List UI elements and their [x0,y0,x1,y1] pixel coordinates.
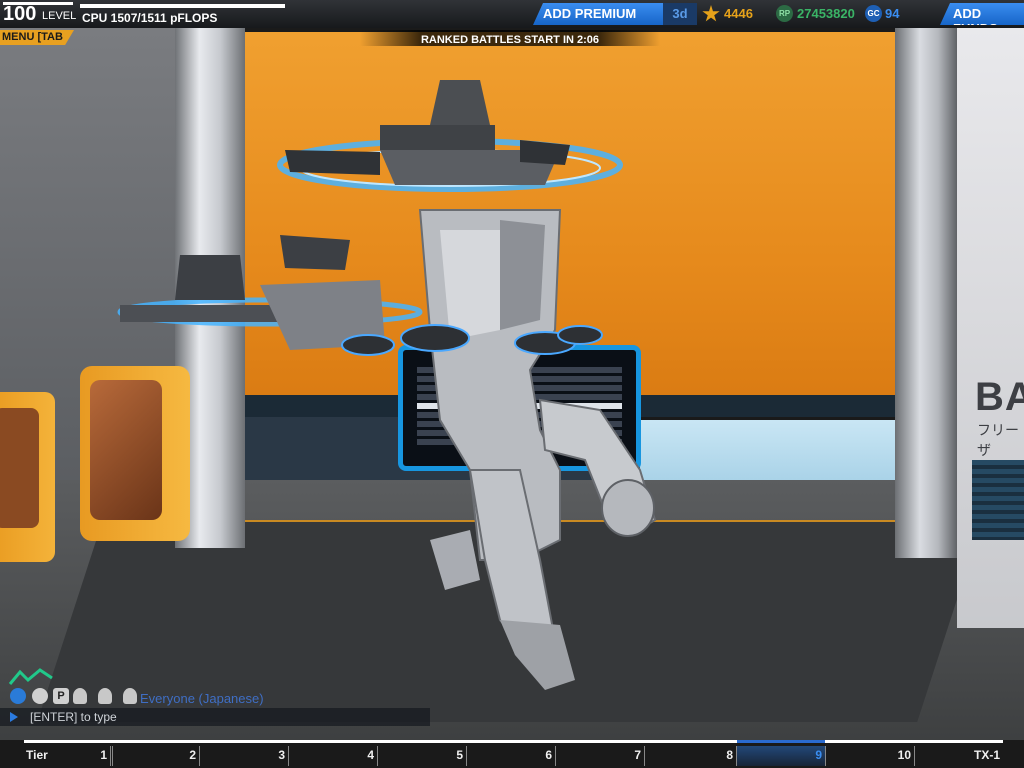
tier-4[interactable]: 4 [289,746,378,766]
premium-days[interactable]: 3d [663,3,697,25]
tier-3[interactable]: 3 [200,746,289,766]
party-3-icon[interactable] [123,688,137,704]
robot-model[interactable] [0,0,1024,768]
player-level: 100 [3,3,37,25]
p-icon[interactable]: P [53,688,69,704]
cpu-readout: CPU 1507/1511 pFLOPS [82,11,218,25]
chat-arrow-icon [10,712,18,722]
tier-bar: Tier 1 2 3 4 5 6 7 8 9 10 TX-1 [24,740,1003,768]
galaxy-coins-value: 94 [885,6,900,21]
robits-value: 27453820 [797,6,855,21]
tier-7[interactable]: 7 [556,746,645,766]
add-premium-label: ADD PREMIUM [543,6,637,21]
tier-2[interactable]: 2 [111,746,200,766]
globe-icon[interactable] [10,688,26,704]
menu-tab-label: MENU [TAB [2,31,63,43]
chat-input-hint: [ENTER] to type [30,710,117,724]
tech-points-value: 4446 [724,6,753,21]
chat-input[interactable]: [ENTER] to type [0,708,430,726]
garage-scene: BAY フリーザ [0,0,1024,768]
person-icon[interactable] [32,688,48,704]
add-premium-button[interactable]: ADD PREMIUM [533,3,663,25]
tier-8[interactable]: 8 [645,746,737,766]
tier-tx-1[interactable]: TX-1 [915,746,1003,766]
tier-active-indicator [737,740,825,743]
party-1-icon[interactable] [73,688,87,704]
ranked-countdown-text: RANKED BATTLES START IN 2:06 [420,34,600,46]
level-label: LEVEL [42,10,77,22]
tier-5[interactable]: 5 [378,746,467,766]
chat-logo-icon [8,668,53,685]
tier-9[interactable]: 9 [737,746,826,766]
ranked-countdown-banner: RANKED BATTLES START IN 2:06 [360,30,660,46]
tier-10[interactable]: 10 [826,746,915,766]
party-2-icon[interactable] [98,688,112,704]
chat-channel-label[interactable]: Everyone (Japanese) [140,691,264,706]
menu-tab-button[interactable]: MENU [TAB [0,30,74,45]
top-hud-bar: 100 LEVEL CPU 1507/1511 pFLOPS ADD PREMI… [0,0,1024,28]
galaxy-coins-icon: GC [865,5,882,22]
cpu-bar [80,4,285,8]
tier-1[interactable]: 1 [24,746,111,766]
add-funds-button[interactable]: ADD FUNDS [940,3,1024,25]
tier-bar-line [24,740,1003,743]
tech-points-icon [702,5,720,22]
robits-icon: RP [776,5,793,22]
tier-6[interactable]: 6 [467,746,556,766]
